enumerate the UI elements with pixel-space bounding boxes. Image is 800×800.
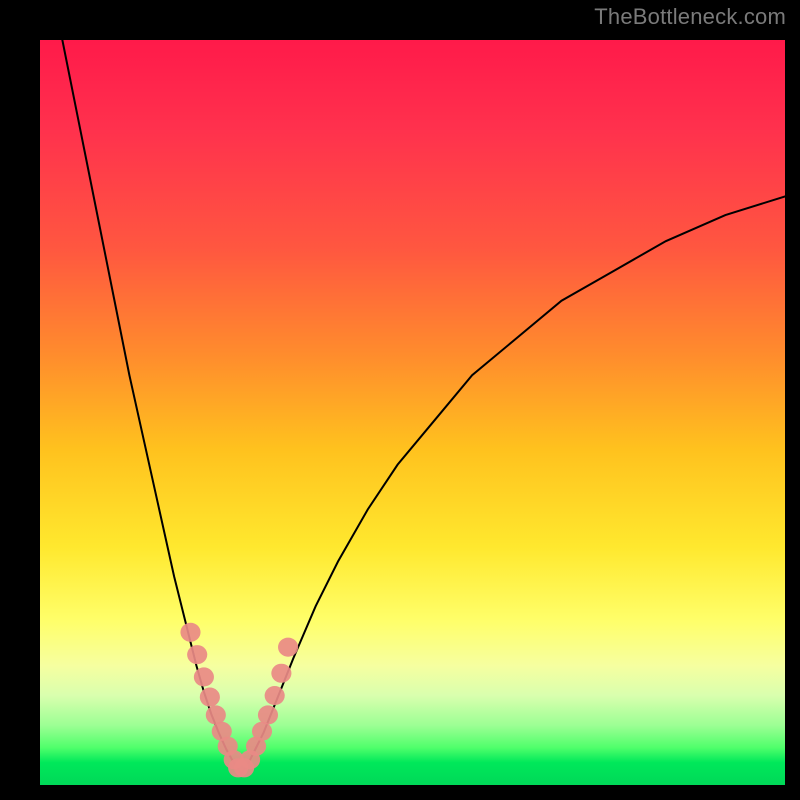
plot-background: [40, 40, 785, 785]
watermark-text: TheBottleneck.com: [594, 4, 786, 30]
chart-stage: TheBottleneck.com: [0, 0, 800, 800]
